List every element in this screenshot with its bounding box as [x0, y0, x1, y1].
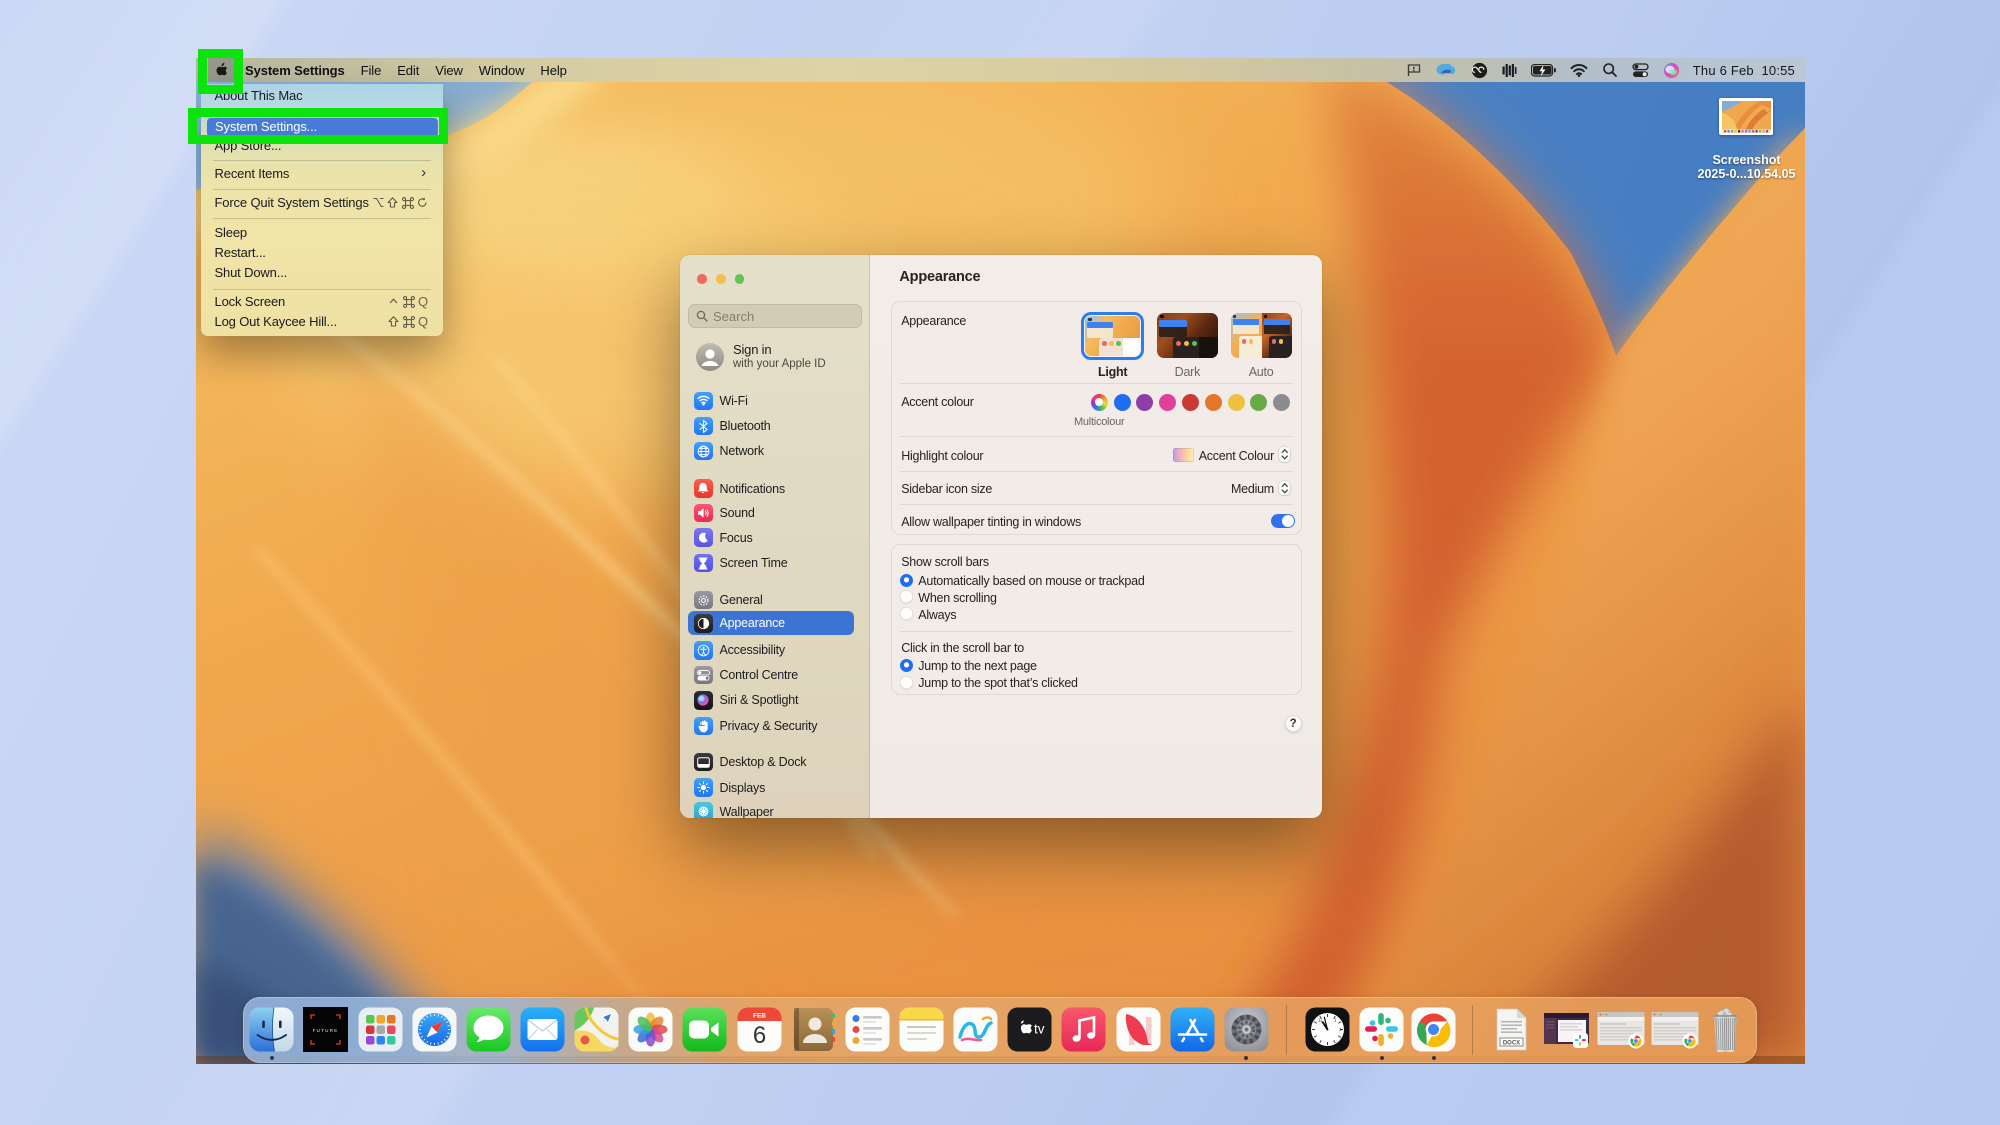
svg-text:FEB: FEB	[753, 1012, 766, 1019]
svg-text:6: 6	[752, 1022, 765, 1049]
svg-text:tv: tv	[1034, 1021, 1045, 1036]
svg-text:DOCX: DOCX	[1503, 1040, 1520, 1046]
svg-text:FUTURE: FUTURE	[313, 1028, 339, 1033]
